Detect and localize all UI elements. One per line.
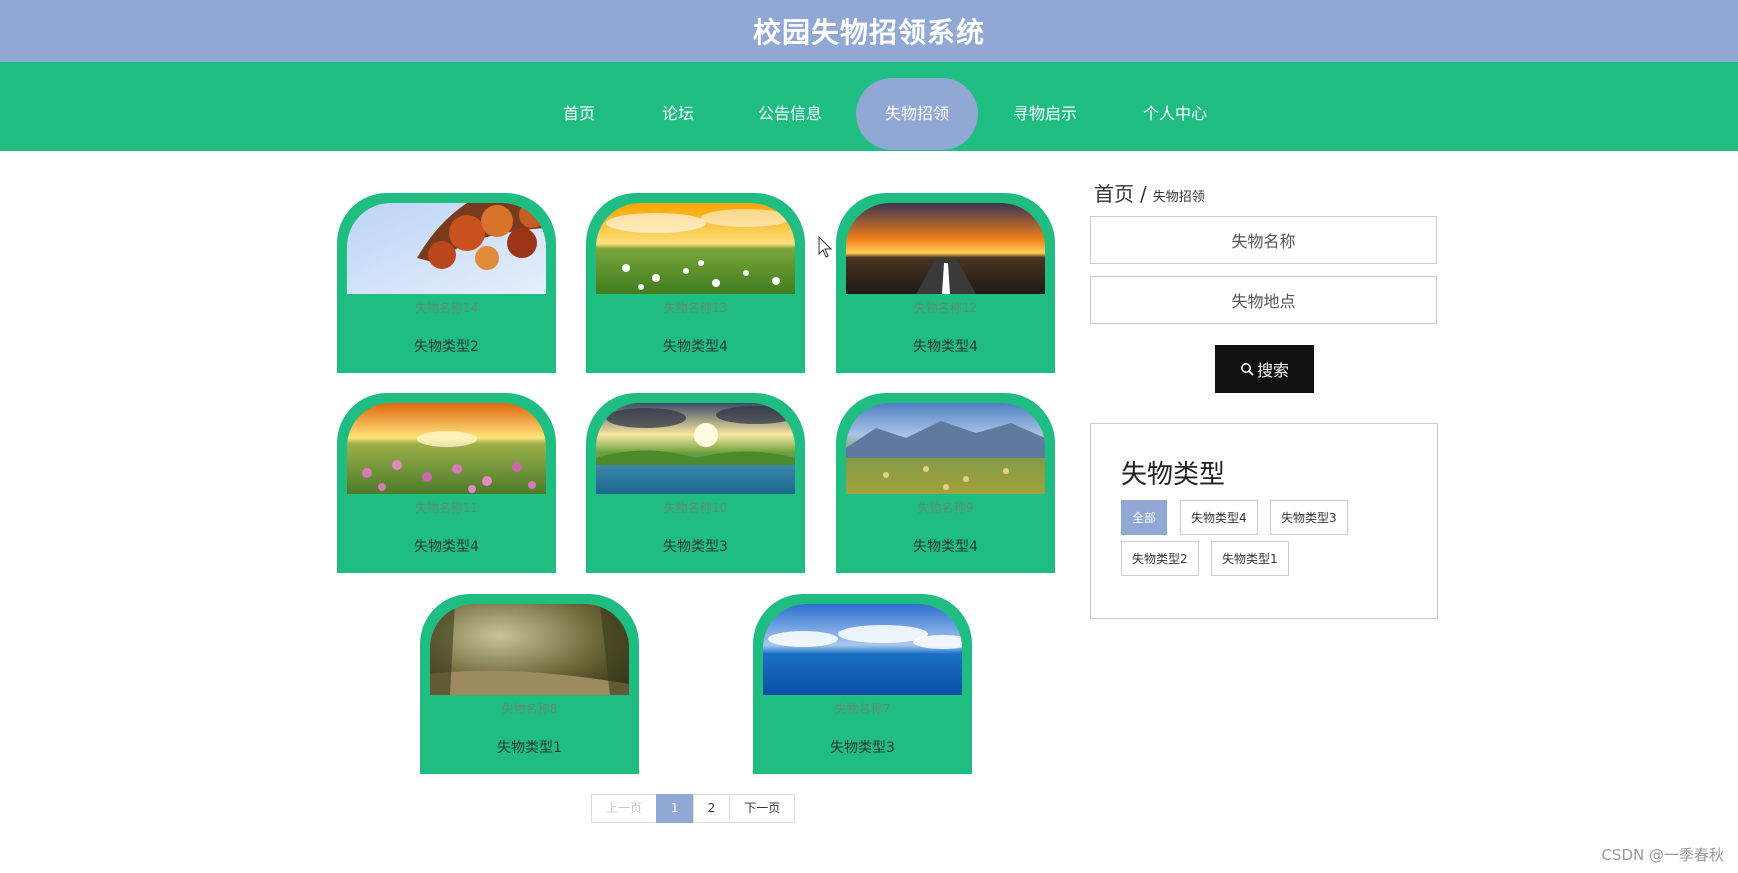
pagination: 上一页 1 2 下一页 bbox=[591, 794, 796, 823]
item-image-road-sunset[interactable] bbox=[846, 203, 1045, 294]
nav-announcements[interactable]: 公告信息 bbox=[746, 78, 834, 150]
item-card[interactable]: 失物名称10 失物类型3 bbox=[586, 393, 805, 573]
category-tag-type4[interactable]: 失物类型4 bbox=[1180, 500, 1258, 535]
item-type: 失物类型3 bbox=[830, 740, 895, 756]
item-type: 失物类型4 bbox=[414, 539, 479, 555]
category-tag-all[interactable]: 全部 bbox=[1121, 500, 1168, 535]
category-title: 失物类型 bbox=[1121, 460, 1226, 490]
nav-forum[interactable]: 论坛 bbox=[646, 78, 710, 150]
search-button-label: 搜索 bbox=[1256, 361, 1289, 380]
item-card[interactable]: 失物名称7 失物类型3 bbox=[753, 594, 972, 774]
breadcrumb-separator: / bbox=[1140, 182, 1147, 206]
breadcrumb: 首页 / 失物招领 bbox=[1094, 178, 1205, 207]
site-header: 校园失物招领系统 bbox=[0, 0, 1738, 62]
item-type: 失物类型4 bbox=[913, 539, 978, 555]
page-1-button[interactable]: 1 bbox=[656, 794, 694, 823]
item-name: 失物名称13 bbox=[663, 301, 728, 315]
item-image-blue-sea-sky[interactable] bbox=[763, 604, 962, 695]
nav-lost-found[interactable]: 失物招领 bbox=[856, 78, 978, 150]
item-name: 失物名称12 bbox=[913, 301, 978, 315]
search-icon bbox=[1240, 363, 1254, 376]
item-image-lake-sunburst[interactable] bbox=[596, 403, 795, 494]
lost-item-location-input[interactable]: 失物地点 bbox=[1090, 276, 1437, 324]
item-card[interactable]: 失物名称8 失物类型1 bbox=[420, 594, 639, 774]
item-image-daisy-field-sunset[interactable] bbox=[596, 203, 795, 294]
next-page-button[interactable]: 下一页 bbox=[729, 794, 796, 823]
breadcrumb-current: 失物招领 bbox=[1152, 190, 1205, 205]
item-name: 失物名称8 bbox=[501, 702, 558, 716]
mouse-cursor-icon bbox=[818, 236, 832, 258]
breadcrumb-home[interactable]: 首页 bbox=[1094, 182, 1134, 206]
item-type: 失物类型3 bbox=[663, 539, 728, 555]
item-image-autumn-leaves[interactable] bbox=[347, 203, 546, 294]
category-tag-type3[interactable]: 失物类型3 bbox=[1270, 500, 1348, 535]
item-image-flower-meadow-sunrise[interactable] bbox=[347, 403, 546, 494]
item-name: 失物名称14 bbox=[414, 301, 479, 315]
item-card[interactable]: 失物名称14 失物类型2 bbox=[337, 193, 556, 373]
page-2-button[interactable]: 2 bbox=[692, 794, 731, 823]
item-image-forest-path[interactable] bbox=[430, 604, 629, 695]
watermark: CSDN @一季春秋 bbox=[1601, 846, 1724, 864]
nav-home[interactable]: 首页 bbox=[548, 78, 610, 150]
item-name: 失物名称7 bbox=[834, 702, 891, 716]
item-name: 失物名称10 bbox=[663, 501, 728, 515]
category-tag-type1[interactable]: 失物类型1 bbox=[1211, 541, 1289, 576]
item-type: 失物类型1 bbox=[497, 740, 562, 756]
item-card[interactable]: 失物名称13 失物类型4 bbox=[586, 193, 805, 373]
search-button[interactable]: 搜索 bbox=[1215, 345, 1314, 393]
nav-seek-notice[interactable]: 寻物启示 bbox=[1000, 78, 1090, 150]
lost-item-name-input[interactable]: 失物名称 bbox=[1090, 216, 1437, 264]
item-card[interactable]: 失物名称11 失物类型4 bbox=[337, 393, 556, 573]
item-type: 失物类型4 bbox=[913, 339, 978, 355]
main-nav: 首页 论坛 公告信息 失物招领 寻物启示 个人中心 bbox=[0, 62, 1738, 151]
item-card[interactable]: 失物名称9 失物类型4 bbox=[836, 393, 1055, 573]
category-panel: 失物类型 全部 失物类型4 失物类型3 失物类型2 失物类型1 bbox=[1090, 423, 1438, 619]
site-title: 校园失物招领系统 bbox=[752, 16, 985, 49]
item-type: 失物类型2 bbox=[414, 339, 479, 355]
item-image-mountain-hay-field[interactable] bbox=[846, 403, 1045, 494]
item-name: 失物名称9 bbox=[917, 501, 974, 515]
prev-page-button[interactable]: 上一页 bbox=[591, 794, 658, 823]
item-type: 失物类型4 bbox=[663, 339, 728, 355]
nav-personal-center[interactable]: 个人中心 bbox=[1130, 78, 1220, 150]
category-tag-type2[interactable]: 失物类型2 bbox=[1121, 541, 1199, 576]
item-card[interactable]: 失物名称12 失物类型4 bbox=[836, 193, 1055, 373]
item-name: 失物名称11 bbox=[414, 501, 479, 515]
